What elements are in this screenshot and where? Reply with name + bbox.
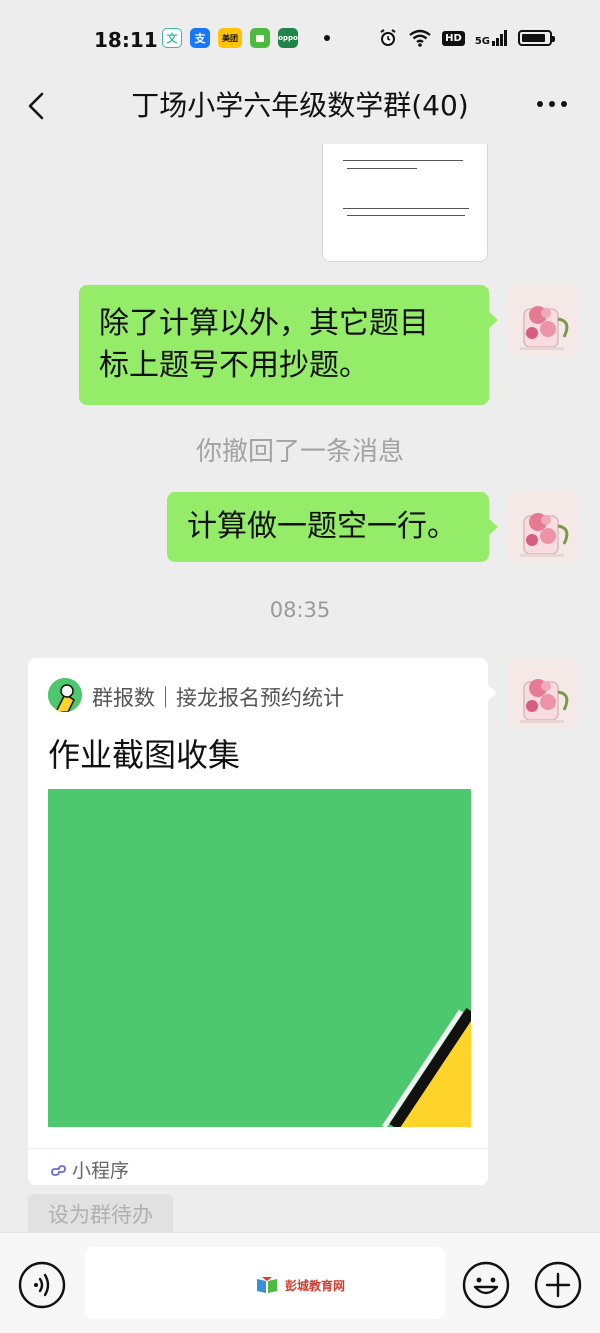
wen-app-icon: 文 bbox=[162, 28, 182, 48]
recall-notice: 你撤回了一条消息 bbox=[195, 437, 404, 467]
mini-program-card[interactable]: 群报数｜接龙报名预约统计 作业截图收集 小程序 bbox=[28, 658, 497, 1185]
qunbaoshu-logo-icon bbox=[48, 678, 82, 712]
oppo-icon: oppo bbox=[278, 28, 298, 48]
smiley-icon bbox=[462, 1261, 510, 1309]
document-page bbox=[333, 144, 479, 240]
alipay-icon: 支 bbox=[190, 28, 210, 48]
app-green-icon bbox=[250, 28, 270, 48]
book-logo-icon bbox=[257, 1277, 277, 1293]
meituan-icon: 美团 bbox=[218, 28, 242, 48]
glass-flower-avatar-icon bbox=[508, 492, 578, 562]
system-status: HD 5G bbox=[378, 28, 555, 48]
group-title: 丁场小学六年级数学群(40) bbox=[131, 89, 469, 122]
alarm-icon bbox=[380, 29, 396, 46]
more-functions-button[interactable] bbox=[534, 1261, 582, 1309]
emoji-button[interactable] bbox=[462, 1261, 510, 1309]
mini-program-title: 作业截图收集 bbox=[48, 736, 241, 774]
watermark: 彭城教育网 bbox=[255, 1275, 345, 1295]
message-text-line: 除了计算以外，其它题目 bbox=[99, 306, 429, 341]
message-bubble-sent[interactable]: 除了计算以外，其它题目 标上题号不用抄题。 bbox=[79, 285, 498, 405]
notification-icons: 文 支 美团 oppo bbox=[162, 28, 330, 48]
wifi-icon bbox=[409, 29, 431, 47]
voice-icon bbox=[18, 1261, 66, 1309]
more-button[interactable] bbox=[532, 92, 572, 116]
divider bbox=[28, 1148, 488, 1149]
my-avatar[interactable] bbox=[508, 658, 578, 728]
message-text: 计算做一题空一行。 bbox=[187, 509, 457, 544]
document-image-message[interactable] bbox=[322, 144, 488, 262]
input-bar: 彭城教育网 bbox=[0, 1232, 600, 1333]
more-dots-icon bbox=[537, 101, 567, 107]
signal-icon bbox=[492, 30, 507, 46]
glass-flower-avatar-icon bbox=[508, 658, 578, 728]
hd-badge: HD bbox=[442, 30, 465, 46]
my-avatar[interactable] bbox=[508, 492, 578, 562]
status-bar: 18:11 文 支 美团 oppo HD 5G bbox=[0, 0, 600, 80]
glass-flower-avatar-icon bbox=[508, 285, 578, 355]
mini-program-label: 小程序 bbox=[72, 1160, 130, 1182]
more-notifications-dot bbox=[324, 35, 330, 41]
message-bubble-sent[interactable]: 计算做一题空一行。 bbox=[167, 492, 498, 562]
message-text-line: 标上题号不用抄题。 bbox=[99, 348, 369, 383]
chat-header: 丁场小学六年级数学群(40) bbox=[0, 80, 600, 144]
message-timestamp: 08:35 bbox=[269, 598, 331, 622]
voice-input-button[interactable] bbox=[18, 1261, 66, 1309]
mini-program-footer: 小程序 bbox=[50, 1156, 129, 1183]
my-avatar[interactable] bbox=[508, 285, 578, 355]
network-type: 5G bbox=[474, 36, 490, 47]
plus-icon bbox=[534, 1261, 582, 1309]
cell-signal: 5G bbox=[474, 30, 508, 47]
mini-program-preview-image bbox=[48, 789, 471, 1127]
set-group-todo-button[interactable]: 设为群待办 bbox=[28, 1194, 173, 1236]
message-input[interactable]: 彭城教育网 bbox=[85, 1247, 445, 1319]
mini-program-icon bbox=[51, 1164, 66, 1176]
battery-icon bbox=[518, 30, 555, 46]
watermark-text: 彭城教育网 bbox=[285, 1278, 346, 1293]
mini-program-source: 群报数｜接龙报名预约统计 bbox=[92, 686, 344, 710]
status-time: 18:11 bbox=[94, 28, 158, 52]
